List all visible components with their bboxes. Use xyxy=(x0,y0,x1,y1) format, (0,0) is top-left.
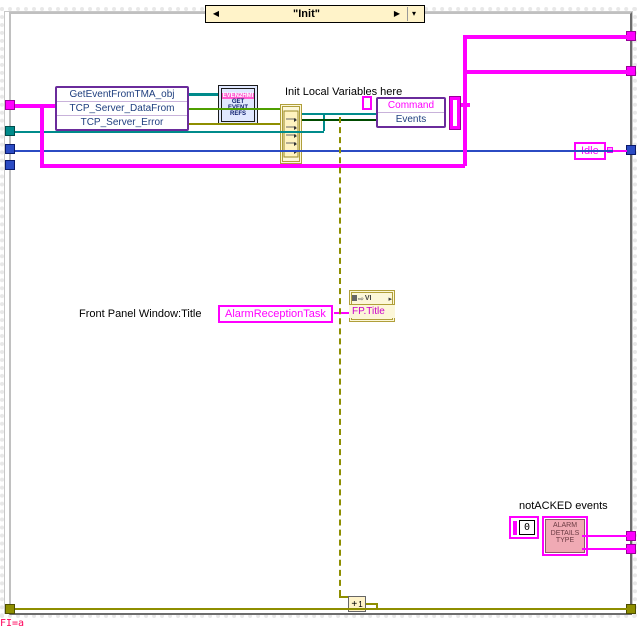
merge-signals-node[interactable] xyxy=(449,96,461,130)
case-selector[interactable]: ◀ "Init" ▶ ▾ xyxy=(205,5,425,23)
tunnel-right-5 xyxy=(626,544,636,554)
not-acked-value: 0 xyxy=(519,520,535,535)
wire xyxy=(302,113,376,115)
wire xyxy=(339,117,341,596)
wire xyxy=(463,70,627,74)
tunnel-left-5 xyxy=(5,604,15,614)
fp-window-title-label: Front Panel Window:Title xyxy=(79,308,201,320)
wire xyxy=(15,131,324,133)
tunnel-right-4 xyxy=(626,531,636,541)
tunnel-left-4 xyxy=(5,160,15,170)
wire xyxy=(15,150,627,152)
tunnel-right-3 xyxy=(626,145,636,155)
case-value: "Init" xyxy=(226,8,387,20)
wire xyxy=(366,603,376,605)
wire xyxy=(463,35,467,166)
wire xyxy=(40,106,44,166)
prop-menu-icon[interactable]: ▸ xyxy=(388,295,392,303)
wire xyxy=(461,103,470,107)
wire xyxy=(582,548,627,550)
wire xyxy=(40,164,465,168)
wire xyxy=(463,35,627,39)
property-fptitle[interactable]: FP.Title xyxy=(349,305,395,318)
not-acked-indicator[interactable]: 0 xyxy=(509,516,539,539)
tunnel-left-3 xyxy=(5,144,15,154)
property-node[interactable]: ⇨ VI ▸ FP.Title xyxy=(349,290,395,322)
case-dropdown-icon[interactable]: ▾ xyxy=(407,7,420,21)
tunnel-left-1 xyxy=(5,100,15,110)
array-index-handle[interactable] xyxy=(513,521,517,535)
bundle-row-events: Events xyxy=(378,113,444,126)
case-prev-icon[interactable]: ◀ xyxy=(210,7,222,21)
wire xyxy=(189,108,280,110)
wire xyxy=(582,535,627,537)
tunnel-right-1 xyxy=(626,31,636,41)
register-events-node[interactable] xyxy=(280,104,302,164)
wire xyxy=(334,312,349,314)
wire xyxy=(339,596,348,598)
command-ref-terminal[interactable] xyxy=(362,96,372,110)
alarm-reception-task-constant[interactable]: AlarmReceptionTask xyxy=(218,305,333,323)
wire xyxy=(15,104,55,108)
unbundle-row-1: TCP_Server_DataFrom xyxy=(57,102,187,116)
unbundle-by-name[interactable]: GetEventFromTMA_obj TCP_Server_DataFrom … xyxy=(55,86,189,131)
wire xyxy=(189,123,280,125)
vi-ref-icon: ⇨ VI xyxy=(352,295,372,303)
unbundle-row-0: GetEventFromTMA_obj xyxy=(57,88,187,102)
bundle-row-command: Command xyxy=(378,99,444,113)
wire xyxy=(189,93,218,96)
unbundle-row-2: TCP_Server_Error xyxy=(57,116,187,129)
subvi-get-event-refs[interactable]: EVEN2HMI GET EVENT REFS xyxy=(218,85,258,125)
tunnel-left-2 xyxy=(5,126,15,136)
wire xyxy=(376,603,378,609)
wire xyxy=(15,608,627,610)
tunnel-right-2 xyxy=(626,66,636,76)
tunnel-right-6 xyxy=(626,604,636,614)
wire xyxy=(323,113,325,131)
wire xyxy=(613,150,627,152)
bundle-by-name[interactable]: Command Events xyxy=(376,97,446,128)
not-acked-label: notACKED events xyxy=(519,500,608,512)
while-loop-autoindex-label: FI=a xyxy=(0,618,24,629)
case-next-icon[interactable]: ▶ xyxy=(391,7,403,21)
